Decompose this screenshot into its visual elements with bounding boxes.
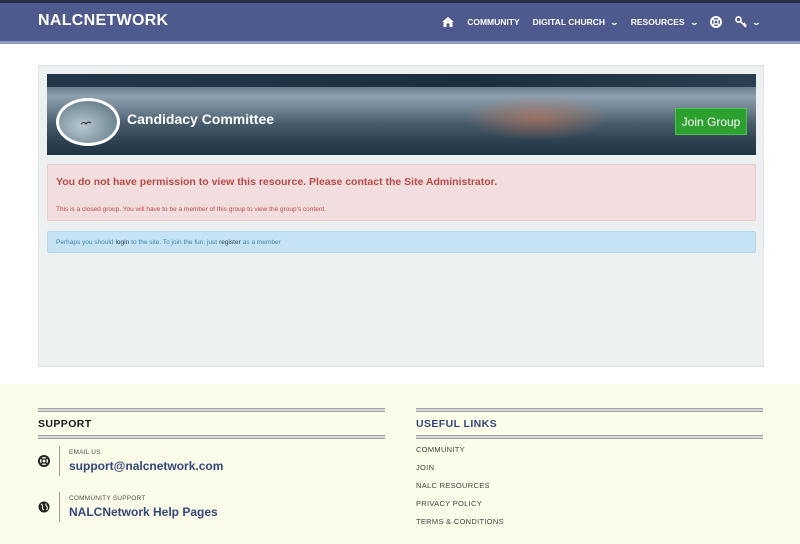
key-icon — [735, 16, 748, 28]
footer-link-nalc-resources[interactable]: NALC RESOURCES — [416, 481, 504, 499]
nav-digital-church-label: DIGITAL CHURCH — [532, 17, 606, 27]
footer-link-privacy-policy[interactable]: PRIVACY POLICY — [416, 499, 504, 517]
permission-alert: You do not have permission to view this … — [47, 164, 756, 221]
nav-community[interactable]: COMMUNITY — [467, 17, 519, 27]
info-text-1: Perhaps you should — [56, 238, 114, 246]
group-banner: Candidacy Committee Join Group — [47, 74, 756, 155]
useful-links-heading: USEFUL LINKS — [416, 418, 498, 430]
top-navbar: NALCNETWORK COMMUNITY DIGITAL CHURCH ⌄ R… — [0, 0, 800, 44]
site-brand[interactable]: NALCNETWORK — [38, 12, 168, 30]
divider — [59, 446, 60, 476]
help-pages-link[interactable]: NALCNetwork Help Pages — [69, 505, 218, 519]
support-heading: SUPPORT — [38, 418, 92, 430]
closed-group-note: This is a closed group. You will have to… — [56, 206, 327, 213]
community-support-label: COMMUNITY SUPPORT — [69, 495, 146, 502]
chevron-down-icon: ⌄ — [609, 17, 620, 27]
community-support-row: COMMUNITY SUPPORT NALCNetwork Help Pages — [38, 492, 385, 526]
permission-message: You do not have permission to view this … — [56, 176, 498, 188]
lifebuoy-icon — [710, 16, 723, 28]
nav-login[interactable]: ⌄ — [735, 16, 762, 28]
lifebuoy-icon — [38, 455, 50, 467]
nav-resources-label: RESOURCES — [630, 17, 685, 27]
site-footer: SUPPORT EMAIL US support@nalcnetwork.com… — [0, 384, 800, 544]
group-panel: Candidacy Committee Join Group You do no… — [38, 65, 764, 367]
home-icon — [442, 17, 455, 27]
chevron-down-icon: ⌄ — [689, 17, 699, 27]
login-info-alert: Perhaps you should login to the site. To… — [47, 231, 756, 253]
footer-link-community[interactable]: COMMUNITY — [416, 445, 504, 463]
footer-link-terms[interactable]: TERMS & CONDITIONS — [416, 517, 504, 535]
login-link[interactable]: login — [115, 239, 129, 246]
bird-image — [81, 121, 91, 125]
footer-link-join[interactable]: JOIN — [416, 463, 504, 481]
useful-links-column: USEFUL LINKS COMMUNITY JOIN NALC RESOURC… — [416, 408, 763, 526]
register-link[interactable]: register — [219, 239, 241, 246]
email-label: EMAIL US — [69, 449, 101, 456]
join-group-button[interactable]: Join Group — [675, 108, 747, 135]
info-text-2: to the site. To join the fun, just — [131, 238, 218, 246]
info-text-3: as a member — [242, 238, 281, 246]
useful-links-list: COMMUNITY JOIN NALC RESOURCES PRIVACY PO… — [416, 445, 504, 535]
support-column: SUPPORT EMAIL US support@nalcnetwork.com… — [38, 408, 385, 522]
divider — [38, 435, 385, 439]
nav-resources[interactable]: RESOURCES ⌄ — [630, 17, 699, 27]
nav-support[interactable] — [710, 16, 723, 28]
nav-digital-church[interactable]: DIGITAL CHURCH ⌄ — [532, 17, 620, 27]
email-support-row: EMAIL US support@nalcnetwork.com — [38, 446, 385, 480]
chevron-down-icon: ⌄ — [751, 17, 762, 27]
divider — [416, 435, 763, 439]
main-nav: COMMUNITY DIGITAL CHURCH ⌄ RESOURCES ⌄ ⌄ — [429, 3, 762, 41]
email-link[interactable]: support@nalcnetwork.com — [69, 459, 223, 473]
globe-icon — [38, 501, 50, 513]
group-title: Candidacy Committee — [127, 111, 275, 127]
group-avatar — [56, 98, 120, 146]
nav-community-label: COMMUNITY — [467, 17, 520, 27]
divider — [59, 492, 60, 522]
nav-home[interactable] — [442, 17, 455, 27]
